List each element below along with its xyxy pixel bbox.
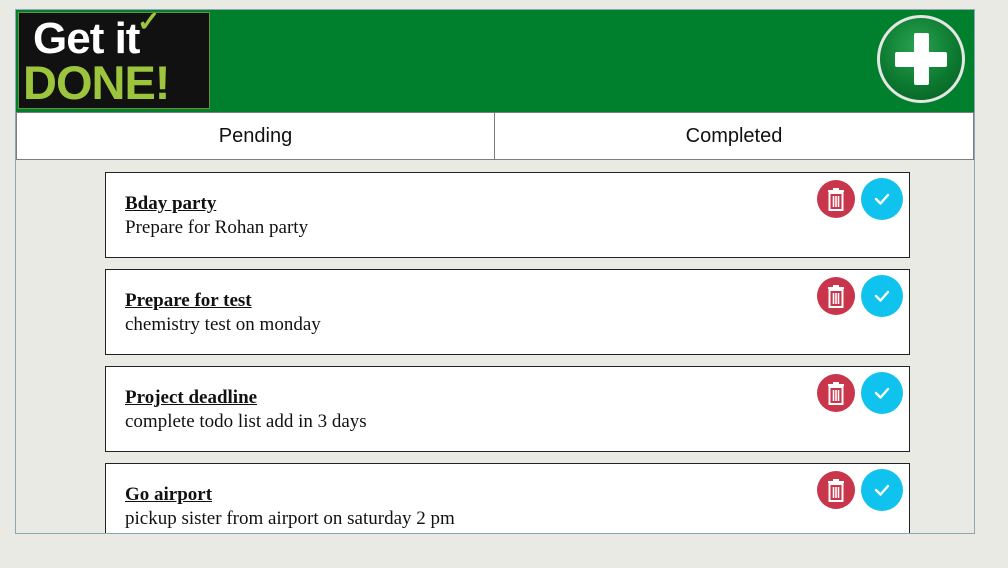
task-title: Project deadline — [125, 387, 258, 408]
tab-bar: Pending Completed — [16, 112, 974, 160]
complete-task-button[interactable] — [861, 469, 903, 511]
app-header: ✓ Get it DONE! — [16, 10, 974, 112]
complete-task-button[interactable] — [861, 275, 903, 317]
logo-line2: DONE! — [23, 56, 170, 109]
tab-pending[interactable]: Pending — [16, 112, 495, 160]
trash-icon — [828, 188, 844, 211]
delete-task-button[interactable] — [817, 277, 855, 315]
task-description: Prepare for Rohan party — [125, 217, 309, 238]
trash-icon — [828, 479, 844, 502]
task-title: Prepare for test — [125, 290, 252, 311]
task-card: Prepare for test chemistry test on monda… — [105, 269, 910, 355]
complete-task-button[interactable] — [861, 178, 903, 220]
check-icon — [874, 290, 890, 302]
complete-task-button[interactable] — [861, 372, 903, 414]
check-icon — [874, 193, 890, 205]
task-card: Go airport pickup sister from airport on… — [105, 463, 910, 533]
task-card: Project deadline complete todo list add … — [105, 366, 910, 452]
tab-completed[interactable]: Completed — [494, 112, 974, 160]
logo-check-icon: ✓ — [137, 9, 161, 37]
add-task-button[interactable] — [877, 15, 965, 103]
task-card: Bday party Prepare for Rohan party — [105, 172, 910, 258]
trash-icon — [828, 382, 844, 405]
plus-icon-bar — [895, 52, 947, 67]
delete-task-button[interactable] — [817, 374, 855, 412]
task-list: Bday party Prepare for Rohan party Prepa… — [16, 160, 974, 533]
check-icon — [874, 387, 890, 399]
delete-task-button[interactable] — [817, 471, 855, 509]
task-description: pickup sister from airport on saturday 2… — [125, 508, 455, 529]
delete-task-button[interactable] — [817, 180, 855, 218]
task-description: complete todo list add in 3 days — [125, 411, 367, 432]
get-it-done-logo: ✓ Get it DONE! — [18, 9, 210, 109]
logo-line1: Get it — [33, 14, 140, 63]
task-title: Go airport — [125, 484, 213, 505]
trash-icon — [828, 285, 844, 308]
check-icon — [874, 484, 890, 496]
todo-app: ✓ Get it DONE! Pending Completed Bday pa… — [15, 9, 975, 534]
task-description: chemistry test on monday — [125, 314, 321, 335]
task-title: Bday party — [125, 193, 217, 214]
